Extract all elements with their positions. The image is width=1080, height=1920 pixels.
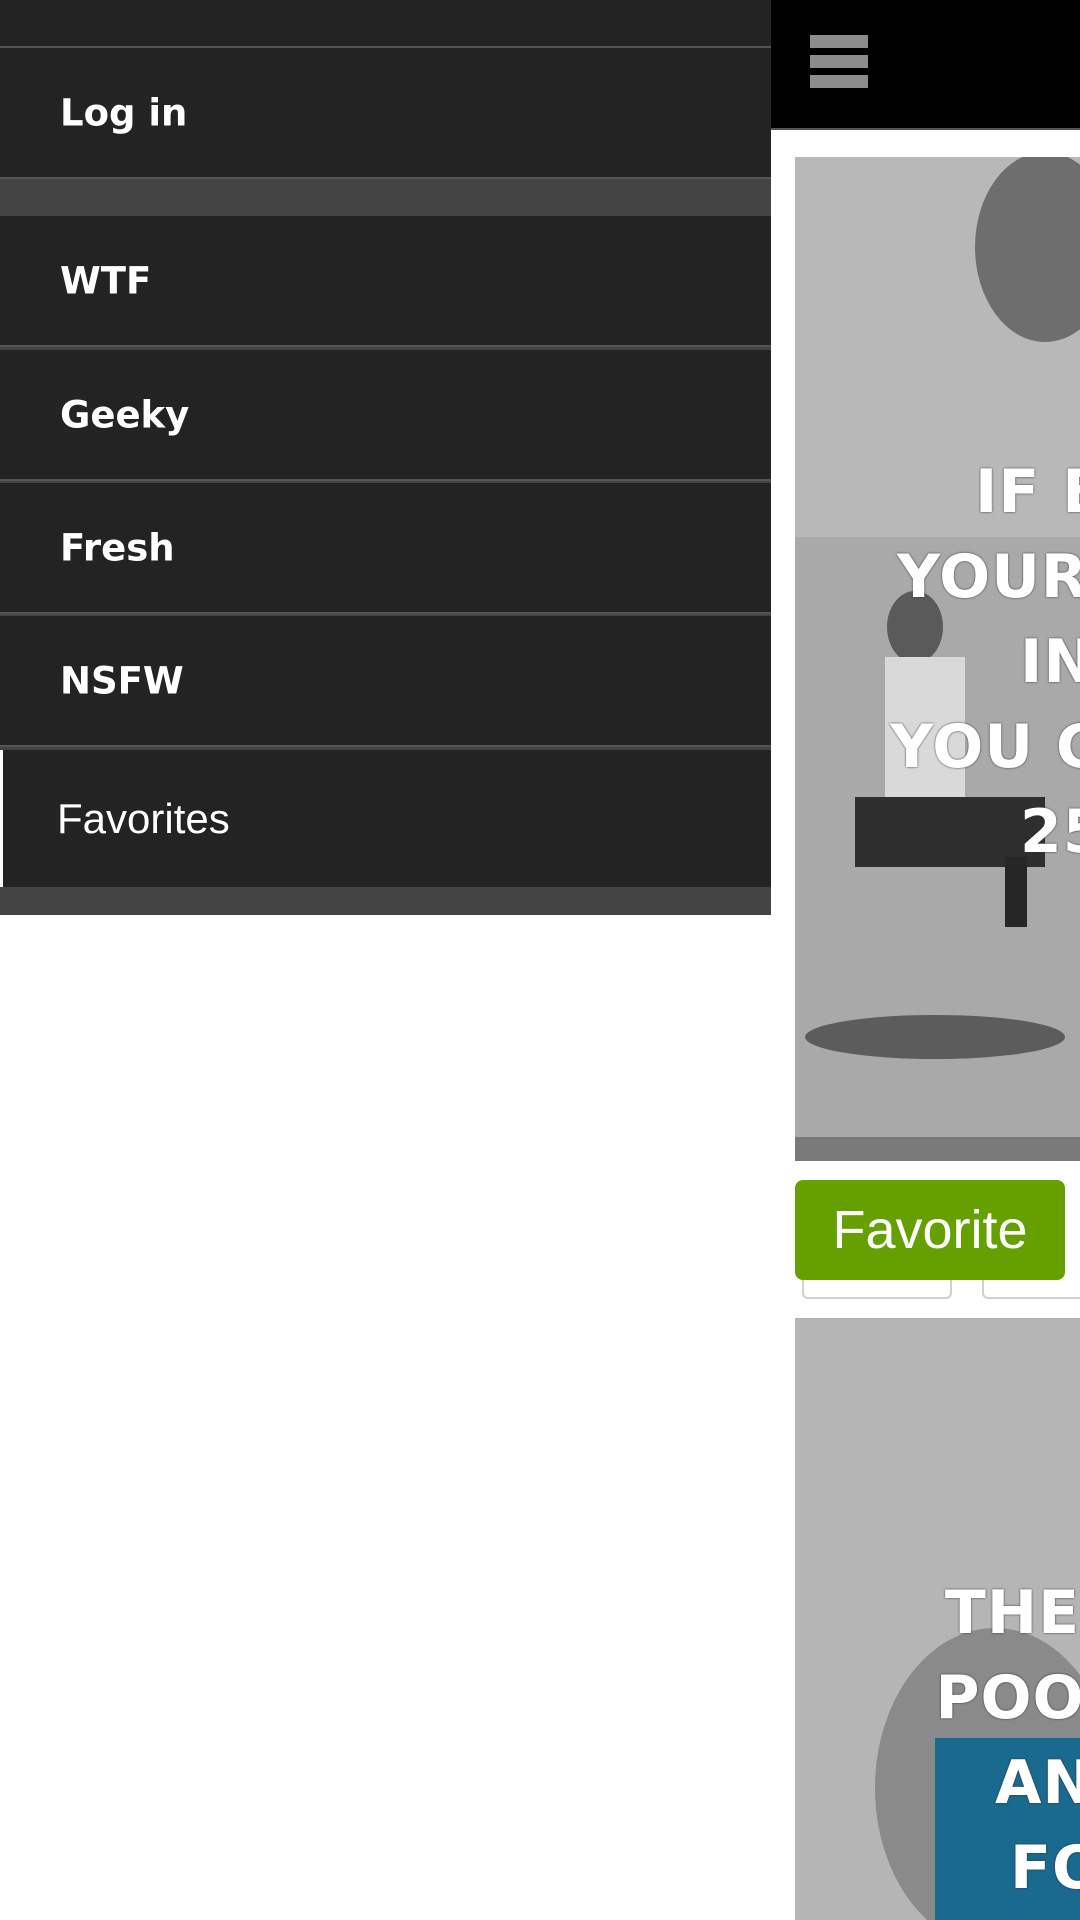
post-image[interactable]: IF E YOUR IN YOU C 25	[795, 157, 1080, 1161]
menu-item-label: WTF	[60, 259, 152, 302]
menu-item-favorites[interactable]: Favorites	[0, 750, 771, 887]
menu-item-wtf[interactable]: WTF	[0, 216, 771, 347]
post-image[interactable]: THE POO AN FO	[795, 1318, 1080, 1920]
hamburger-menu-icon[interactable]	[808, 33, 870, 91]
caption-line: YOU C	[890, 712, 1080, 782]
navigation-drawer: Log in WTF Geeky Fresh NSFW Favorites	[0, 0, 771, 915]
menu-item-label: Geeky	[60, 393, 190, 436]
menu-item-label: Favorites	[57, 794, 230, 842]
caption-line: AN	[995, 1748, 1080, 1818]
drawer-top-strip	[0, 0, 771, 48]
caption-line: THE	[944, 1578, 1080, 1648]
caption-line: 25	[1020, 797, 1080, 867]
menu-item-nsfw[interactable]: NSFW	[0, 616, 771, 747]
top-app-bar	[771, 0, 1080, 130]
caption-line: IF E	[975, 457, 1080, 527]
menu-item-log-in[interactable]: Log in	[0, 48, 771, 179]
menu-item-label: Log in	[60, 91, 188, 134]
menu-item-label: Fresh	[60, 526, 175, 569]
menu-item-geeky[interactable]: Geeky	[0, 350, 771, 481]
menu-item-fresh[interactable]: Fresh	[0, 483, 771, 614]
caption-line: IN	[1020, 627, 1080, 697]
favorite-button[interactable]: Favorite	[795, 1180, 1065, 1280]
menu-item-label: NSFW	[60, 659, 184, 702]
caption-line: FO	[1010, 1833, 1080, 1903]
caption-line: POO	[935, 1663, 1080, 1733]
caption-line: YOUR	[896, 542, 1080, 612]
